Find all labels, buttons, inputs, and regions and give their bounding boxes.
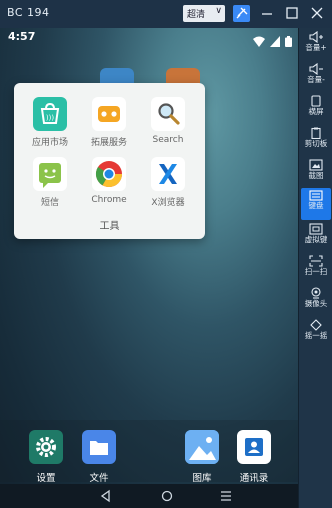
contacts-icon <box>237 430 271 464</box>
keyboard-label: 键盘 <box>308 201 324 210</box>
virtual-keys-label: 虚拟键 <box>304 235 328 244</box>
volume-down-label: 音量- <box>307 75 325 84</box>
tools-folder: ))) 应用市场 拓展服务 Search 短信 Chrome X浏览器 工具 <box>14 83 205 239</box>
keyboard-button[interactable]: 键盘 <box>301 188 331 220</box>
signal-icon <box>269 36 280 47</box>
gallery-app[interactable]: 图库 <box>174 430 230 484</box>
navigation-bar <box>0 484 298 508</box>
window-title-bar: BC 194 超清 ∨ <box>0 0 332 28</box>
status-bar: 4:57 <box>0 28 298 50</box>
settings-icon <box>29 430 63 464</box>
x-browser-icon <box>151 157 185 191</box>
messages-label: 短信 <box>40 198 59 208</box>
back-icon[interactable] <box>98 488 114 504</box>
x-browser-label: X浏览器 <box>151 198 185 208</box>
camera-button[interactable]: 摄像头 <box>301 286 331 316</box>
chrome-icon <box>92 157 126 191</box>
home-icon[interactable] <box>159 488 175 504</box>
clipboard-label: 剪切板 <box>304 139 328 148</box>
dock: 设置 文件 图库 通讯录 <box>0 420 298 484</box>
shake-icon <box>310 319 322 331</box>
message-icon <box>33 157 67 191</box>
window-title: BC 194 <box>7 6 50 19</box>
scan-icon <box>309 255 323 267</box>
chrome-label: Chrome <box>91 195 127 205</box>
maximize-icon[interactable] <box>284 5 300 21</box>
shake-label: 摇一摇 <box>304 331 328 340</box>
chevron-down-icon: ∨ <box>215 6 222 16</box>
volume-up-icon <box>309 31 323 43</box>
shake-button[interactable]: 摇一摇 <box>301 318 331 348</box>
battery-icon <box>285 36 292 47</box>
virtual-keys-icon <box>309 223 323 235</box>
emulator-toolbar: 音量+ 音量- 横屏 剪切板 截图 键盘 虚拟键 扫一扫 摄像头 摇一摇 <box>298 28 332 508</box>
extension-service-label: 拓展服务 <box>90 138 127 148</box>
scan-label: 扫一扫 <box>304 267 328 276</box>
gallery-icon <box>185 430 219 464</box>
chrome-app[interactable]: Chrome <box>81 157 137 205</box>
virtual-keys-button[interactable]: 虚拟键 <box>301 222 331 252</box>
files-icon <box>82 430 116 464</box>
minimize-icon[interactable] <box>259 5 275 21</box>
pin-icon[interactable] <box>233 5 250 22</box>
quality-select[interactable]: 超清 ∨ <box>183 5 225 22</box>
folder-name: 工具 <box>99 221 120 232</box>
search-app-label: Search <box>152 135 184 145</box>
screenshot-icon <box>309 159 323 171</box>
volume-down-button[interactable]: 音量- <box>301 62 331 92</box>
wifi-icon <box>252 36 265 47</box>
x-browser-app[interactable]: X浏览器 <box>140 157 196 208</box>
files-app[interactable]: 文件 <box>71 430 127 484</box>
clipboard-button[interactable]: 剪切板 <box>301 126 331 156</box>
settings-app[interactable]: 设置 <box>18 430 74 484</box>
extension-service[interactable]: 拓展服务 <box>81 97 137 148</box>
volume-up-button[interactable]: 音量+ <box>301 30 331 60</box>
app-market-label: 应用市场 <box>31 138 68 148</box>
settings-label: 设置 <box>36 473 56 484</box>
app-market[interactable]: ))) 应用市场 <box>22 97 78 148</box>
quality-select-value: 超清 <box>187 10 206 20</box>
rotate-label: 横屏 <box>308 107 324 116</box>
volume-up-label: 音量+ <box>305 43 327 52</box>
contacts-label: 通讯录 <box>239 473 269 484</box>
camera-icon <box>311 287 321 299</box>
rotate-icon <box>311 95 321 107</box>
status-time: 4:57 <box>8 30 36 43</box>
volume-down-icon <box>309 63 323 75</box>
svg-text:))): ))) <box>46 114 54 122</box>
screenshot-button[interactable]: 截图 <box>301 158 331 188</box>
keyboard-icon <box>309 190 323 201</box>
scan-button[interactable]: 扫一扫 <box>301 254 331 284</box>
gallery-label: 图库 <box>192 473 212 484</box>
search-app[interactable]: Search <box>140 97 196 145</box>
clipboard-icon <box>311 127 321 139</box>
recents-icon[interactable] <box>218 488 234 504</box>
gamepad-icon <box>92 97 126 131</box>
app-market-icon: ))) <box>33 97 67 131</box>
phone-screen: 4:57 ))) 应用市场 拓展服务 Search 短信 Chrome X浏览器… <box>0 28 298 508</box>
camera-label: 摄像头 <box>304 299 328 308</box>
status-icons <box>252 32 292 51</box>
search-icon <box>151 97 185 131</box>
messages-app[interactable]: 短信 <box>22 157 78 208</box>
rotate-button[interactable]: 横屏 <box>301 94 331 124</box>
files-label: 文件 <box>89 473 109 484</box>
contacts-app[interactable]: 通讯录 <box>226 430 282 484</box>
close-icon[interactable] <box>309 5 325 21</box>
screenshot-label: 截图 <box>308 171 324 180</box>
